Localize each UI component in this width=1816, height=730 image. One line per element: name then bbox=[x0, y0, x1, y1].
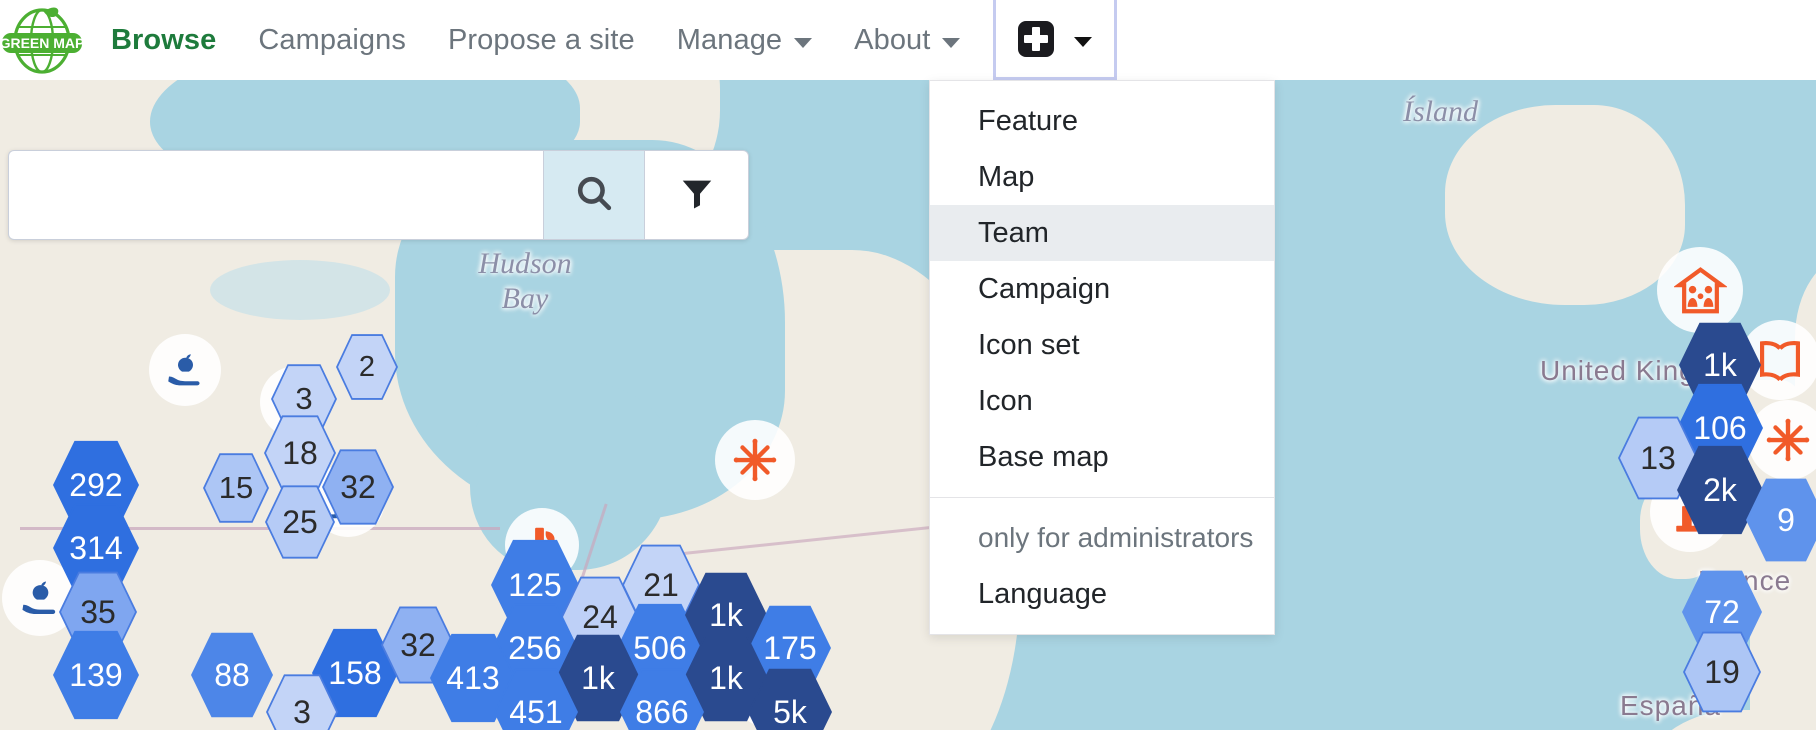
nav-item-label: Campaigns bbox=[258, 23, 406, 56]
apple-in-hand-icon bbox=[163, 348, 208, 393]
compass-rose-icon bbox=[730, 435, 780, 485]
dropdown-item-base-map[interactable]: Base map bbox=[930, 429, 1274, 485]
dropdown-item-team[interactable]: Team bbox=[930, 205, 1274, 261]
map-cluster-count: 451 bbox=[509, 693, 563, 730]
map-cluster-count: 24 bbox=[582, 598, 618, 635]
apple-in-hand-icon bbox=[17, 575, 64, 622]
map-cluster-count: 139 bbox=[69, 656, 123, 693]
map-cluster-count: 3 bbox=[295, 381, 313, 416]
nav-item-about[interactable]: About bbox=[833, 0, 981, 80]
search-input[interactable] bbox=[8, 150, 543, 240]
nav-item-campaigns[interactable]: Campaigns bbox=[237, 0, 427, 80]
map-cluster-count: 314 bbox=[69, 529, 123, 566]
map-cluster-count: 106 bbox=[1693, 409, 1747, 446]
map-cluster-count: 158 bbox=[328, 654, 382, 691]
dropdown-item-feature[interactable]: Feature bbox=[930, 93, 1274, 149]
map-search-control[interactable] bbox=[8, 150, 749, 240]
map-cluster-count: 32 bbox=[340, 468, 376, 505]
compass-rose-icon bbox=[1763, 415, 1813, 465]
map-cluster-count: 3 bbox=[293, 693, 311, 730]
map-cluster-count: 19 bbox=[1704, 653, 1740, 690]
green-map-logo[interactable]: GREEN MAP bbox=[0, 4, 90, 76]
svg-text:GREEN MAP: GREEN MAP bbox=[0, 35, 84, 51]
map-marker-family-house-icon[interactable] bbox=[1657, 247, 1743, 333]
dropdown-divider bbox=[930, 497, 1274, 498]
landmass-iceland bbox=[1445, 105, 1685, 305]
map-cluster-count: 88 bbox=[214, 656, 250, 693]
map-cluster-count: 1k bbox=[709, 659, 743, 696]
map-cluster-fill: 19 bbox=[1685, 633, 1759, 711]
dropdown-item-language[interactable]: Language bbox=[930, 566, 1274, 622]
map-label--sland: Ísland bbox=[1403, 95, 1478, 128]
funnel-icon bbox=[678, 174, 716, 217]
map-cluster-count: 2 bbox=[358, 350, 376, 383]
nav-item-label: About bbox=[854, 23, 931, 56]
magnifier-icon bbox=[573, 172, 615, 219]
lake-group-2 bbox=[210, 260, 390, 320]
plus-square-icon bbox=[1018, 20, 1055, 57]
chevron-down-icon bbox=[794, 38, 813, 48]
nav-item-label: Manage bbox=[676, 23, 783, 56]
map-cluster-count: 1k bbox=[581, 659, 615, 696]
chevron-down-icon bbox=[942, 38, 961, 48]
map-cluster-count: 18 bbox=[282, 434, 318, 471]
map-cluster-count: 35 bbox=[80, 593, 116, 630]
map-cluster-count: 72 bbox=[1704, 593, 1740, 630]
filter-button[interactable] bbox=[644, 150, 749, 240]
app-root: Hudson BayÍslandUnited KingdomFranceEspa… bbox=[0, 0, 1816, 730]
dropdown-item-campaign[interactable]: Campaign bbox=[930, 261, 1274, 317]
dropdown-item-map[interactable]: Map bbox=[930, 149, 1274, 205]
map-cluster-count: 5k bbox=[773, 693, 807, 730]
map-cluster-count: 292 bbox=[69, 466, 123, 503]
dropdown-item-icon[interactable]: Icon bbox=[930, 373, 1274, 429]
create-dropdown-menu[interactable]: Feature Map Team Campaign Icon set Icon Base m… bbox=[929, 80, 1275, 635]
nav-item-propose-a-site[interactable]: Propose a site bbox=[427, 0, 656, 80]
top-navbar: GREEN MAP Browse Campaigns Propose a site M… bbox=[0, 0, 1816, 80]
dropdown-item-icon-set[interactable]: Icon set bbox=[930, 317, 1274, 373]
nav-item-label: Propose a site bbox=[447, 23, 635, 56]
map-cluster-count: 175 bbox=[763, 629, 817, 666]
search-button[interactable] bbox=[543, 150, 644, 240]
green-map-logo-icon: GREEN MAP bbox=[0, 7, 84, 74]
book-icon bbox=[1755, 335, 1805, 385]
map-cluster-count: 1k bbox=[1703, 346, 1737, 383]
map-cluster-count: 13 bbox=[1640, 439, 1676, 476]
landmass-iberia bbox=[1650, 710, 1816, 730]
nav-item-label: Browse bbox=[111, 23, 217, 56]
family-house-icon bbox=[1673, 264, 1727, 317]
dropdown-admin-header: only for administrators bbox=[978, 522, 1254, 553]
map-cluster-count: 9 bbox=[1777, 501, 1795, 538]
map-cluster-count: 506 bbox=[633, 629, 687, 666]
map-cluster-count: 2k bbox=[1703, 471, 1737, 508]
map-cluster-count: 25 bbox=[282, 503, 318, 540]
map-cluster-count: 866 bbox=[635, 693, 689, 730]
map-cluster-count: 32 bbox=[400, 626, 436, 663]
map-cluster-count: 256 bbox=[508, 629, 562, 666]
nav-item-browse[interactable]: Browse bbox=[90, 0, 237, 80]
chevron-down-icon bbox=[1074, 36, 1093, 47]
map-cluster-count: 413 bbox=[446, 659, 500, 696]
map-marker-compass-rose-icon[interactable] bbox=[715, 420, 795, 500]
map-marker-apple-in-hand-icon[interactable] bbox=[149, 334, 221, 406]
map-cluster-count: 15 bbox=[218, 470, 254, 505]
nav-item-manage[interactable]: Manage bbox=[656, 0, 833, 80]
map-cluster-count: 21 bbox=[643, 566, 679, 603]
map-cluster-count: 1k bbox=[709, 596, 743, 633]
create-menu-button[interactable] bbox=[993, 0, 1118, 80]
primary-nav: Browse Campaigns Propose a site Manage About bbox=[90, 0, 981, 80]
map-cluster-count: 125 bbox=[508, 566, 562, 603]
